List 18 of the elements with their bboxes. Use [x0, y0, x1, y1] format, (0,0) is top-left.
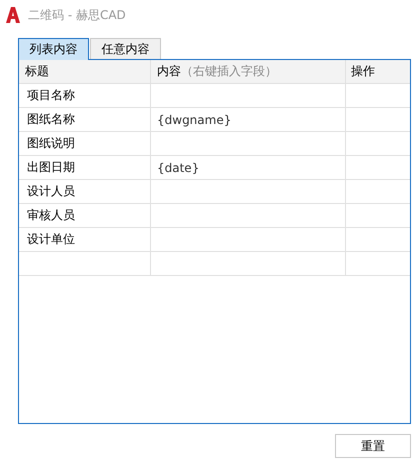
tab[interactable]: 列表内容 — [18, 38, 89, 60]
reset-button[interactable]: 重置 — [335, 434, 411, 458]
window-title: 二维码 - 赫思CAD — [28, 6, 126, 24]
table-cell: 图纸说明 — [27, 135, 75, 152]
table-cell: 项目名称 — [27, 87, 75, 104]
column-header: 操作 — [351, 63, 375, 80]
tab[interactable]: 任意内容 — [90, 38, 161, 59]
app-logo-icon — [6, 7, 20, 23]
table-cell: 出图日期 — [27, 159, 75, 176]
column-header: 标题 — [25, 63, 49, 80]
table-cell: {date} — [157, 160, 200, 174]
column-header: 内容 — [157, 63, 181, 80]
table-cell: {dwgname} — [157, 112, 232, 126]
table-cell: 设计人员 — [27, 183, 75, 200]
column-hint: （右键插入字段） — [181, 63, 277, 80]
table-cell: 图纸名称 — [27, 111, 75, 128]
table-cell: 审核人员 — [27, 207, 75, 224]
table-cell: 设计单位 — [27, 231, 75, 248]
